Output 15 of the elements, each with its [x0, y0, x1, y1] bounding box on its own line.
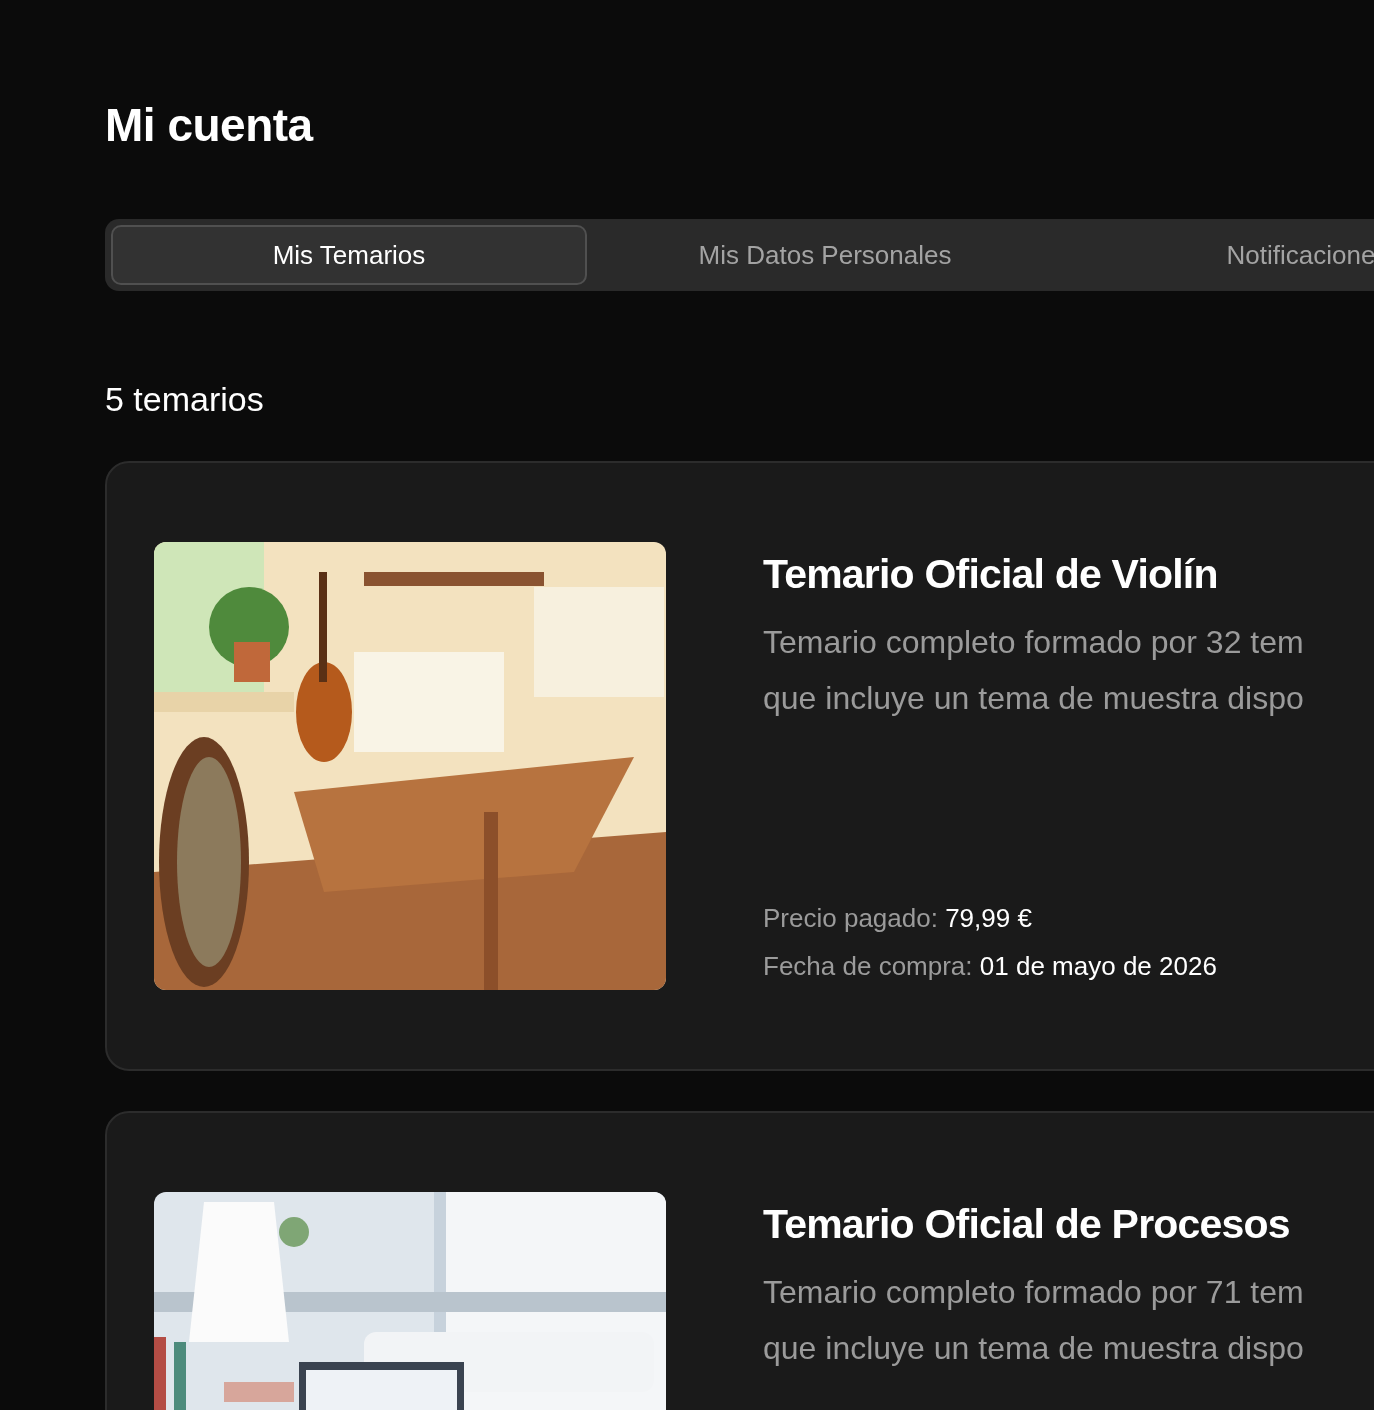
price-label: Precio pagado: — [763, 903, 938, 933]
course-description: que incluye un tema de muestra dispo — [763, 679, 1304, 718]
course-description: que incluye un tema de muestra dispo — [763, 1329, 1304, 1368]
date-value: 01 de mayo de 2026 — [979, 951, 1217, 981]
course-description: Temario completo formado por 71 tem — [763, 1273, 1304, 1312]
page-title: Mi cuenta — [105, 98, 315, 153]
price-value: 79,99 € — [945, 903, 1032, 933]
course-title: Temario Oficial de Violín — [763, 550, 1219, 599]
course-count: 5 temarios — [105, 379, 265, 420]
course-title: Temario Oficial de Procesos — [763, 1200, 1291, 1249]
date-label: Fecha de compra: — [763, 951, 973, 981]
course-description: Temario completo formado por 32 tem — [763, 623, 1304, 662]
tab[interactable]: Mis Temarios — [111, 225, 587, 285]
tab[interactable]: Mis Datos Personales — [587, 225, 1063, 285]
tab[interactable]: Notificacione — [1063, 225, 1374, 285]
